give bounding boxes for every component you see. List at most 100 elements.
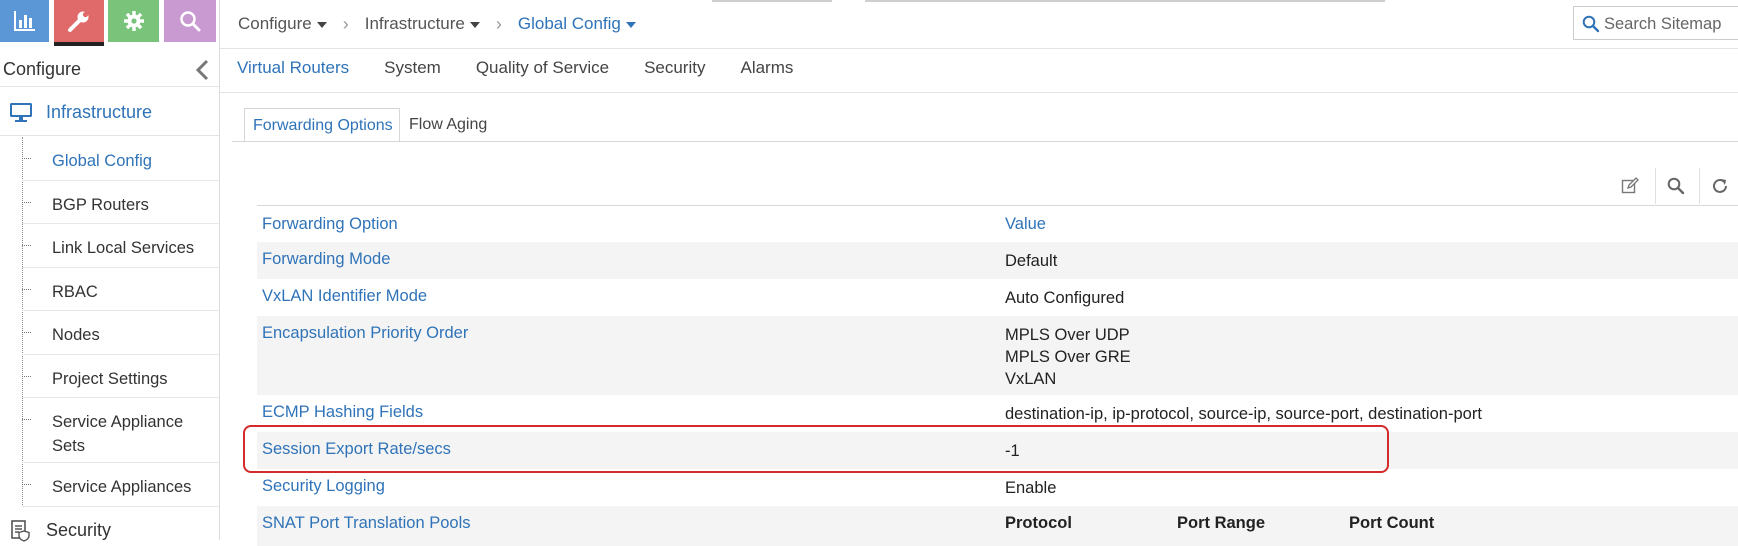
- subtab-flow-aging[interactable]: Flow Aging: [401, 108, 495, 142]
- sidebar-item-label: Service Appliance Sets: [52, 413, 184, 455]
- row-key[interactable]: ECMP Hashing Fields: [262, 403, 423, 422]
- caret-down-icon: [469, 22, 480, 28]
- search-input[interactable]: [1604, 13, 1738, 35]
- sidebar-item-label: Project Settings: [52, 369, 168, 388]
- sidebar-item-label: RBAC: [52, 282, 98, 301]
- subtab-forwarding-options[interactable]: Forwarding Options: [244, 108, 400, 142]
- search-icon: [1582, 15, 1600, 33]
- sidebar-item-global-config[interactable]: Global Config: [22, 137, 219, 181]
- table-row: Security Logging Enable: [257, 469, 1738, 506]
- row-key[interactable]: Forwarding Mode: [262, 250, 390, 269]
- sidebar-section-security[interactable]: Security: [0, 510, 219, 542]
- sidebar-section-infrastructure[interactable]: Infrastructure: [0, 90, 219, 136]
- left-panel: Configure Infrastructure Global Config B…: [0, 0, 219, 542]
- sidebar-item-link-local-services[interactable]: Link Local Services: [22, 224, 219, 268]
- sidebar-item-label: BGP Routers: [52, 195, 149, 214]
- sidebar-section-label: Infrastructure: [46, 102, 153, 122]
- sidebar-item-bgp-routers[interactable]: BGP Routers: [22, 181, 219, 224]
- search-grid-button[interactable]: [1655, 168, 1695, 204]
- subtab-baseline: [232, 141, 1738, 142]
- tree-dash: [22, 201, 31, 203]
- row-value: Default: [1005, 252, 1058, 270]
- sidebar-item-nodes[interactable]: Nodes: [22, 311, 219, 355]
- table-row: SNAT Port Translation Pools Protocol Por…: [257, 506, 1738, 546]
- sidebar-nav-list: Global Config BGP Routers Link Local Ser…: [0, 137, 219, 507]
- breadcrumb-label: Infrastructure: [364, 14, 465, 33]
- row-key[interactable]: Encapsulation Priority Order: [262, 324, 468, 343]
- search-icon: [180, 11, 201, 32]
- sidebar-item-label: Service Appliances: [52, 478, 192, 496]
- tree-dash: [22, 419, 31, 420]
- row-value: Auto Configured: [1005, 289, 1125, 307]
- table-row: Encapsulation Priority Order MPLS Over U…: [257, 316, 1738, 395]
- main-tabs: Virtual Routers System Quality of Servic…: [237, 58, 828, 82]
- highlight-annotation: [243, 425, 1389, 473]
- sidebar-divider: [219, 0, 220, 540]
- tree-dash: [22, 158, 31, 159]
- sidebar-item-service-appliance-sets[interactable]: Service Appliance Sets: [22, 398, 219, 463]
- divider: [220, 48, 1738, 49]
- sidebar-item-service-appliances[interactable]: Service Appliances: [22, 463, 219, 507]
- caret-down-icon: [316, 22, 327, 28]
- row-value-list: MPLS Over UDP MPLS Over GRE VxLAN: [1005, 324, 1131, 390]
- search-icon: [1667, 177, 1684, 195]
- encapsulation-item: MPLS Over GRE: [1005, 348, 1131, 366]
- gear-icon: [123, 11, 144, 31]
- row-key[interactable]: Security Logging: [262, 477, 385, 496]
- breadcrumb-infrastructure[interactable]: Infrastructure: [365, 14, 480, 34]
- wrench-icon: [68, 11, 89, 32]
- row-value: destination-ip, ip-protocol, source-ip, …: [1005, 405, 1482, 423]
- sidebar-section-label: Security: [46, 520, 112, 540]
- table-row: VxLAN Identifier Mode Auto Configured: [257, 279, 1738, 316]
- tab-alarms[interactable]: Alarms: [740, 58, 793, 82]
- breadcrumb-configure[interactable]: Configure: [238, 14, 327, 34]
- subheader-port-count: Port Count: [1349, 514, 1435, 532]
- sidebar-item-label: Global Config: [52, 152, 152, 170]
- tab-security[interactable]: Security: [644, 58, 705, 82]
- breadcrumb-label: Global Config: [517, 14, 621, 33]
- tab-quality-of-service[interactable]: Quality of Service: [476, 58, 609, 82]
- sidebar-item-label: Link Local Services: [52, 239, 195, 257]
- encapsulation-item: VxLAN: [1005, 370, 1057, 388]
- top-strip: [700, 0, 1420, 3]
- forwarding-options-grid: Forwarding Option Value Forwarding Mode …: [257, 205, 1738, 546]
- grid-header: Forwarding Option Value: [257, 205, 1738, 242]
- breadcrumb: Configure › Infrastructure › Global Conf…: [238, 12, 636, 36]
- divider: [220, 92, 1738, 93]
- sidebar-header: Configure: [0, 53, 219, 87]
- tree-dash: [22, 245, 31, 246]
- top-icon-bar: [0, 0, 219, 46]
- chevron-right-icon: ›: [342, 13, 349, 34]
- row-key[interactable]: SNAT Port Translation Pools: [262, 514, 470, 533]
- bar-chart-icon: [13, 11, 35, 31]
- chevron-left-icon[interactable]: [193, 58, 213, 82]
- encapsulation-item: MPLS Over UDP: [1005, 326, 1130, 344]
- breadcrumb-label: Configure: [238, 14, 312, 33]
- sitemap-search: [1573, 6, 1738, 40]
- row-key[interactable]: VxLAN Identifier Mode: [262, 287, 427, 306]
- refresh-icon: [1712, 178, 1727, 193]
- tree-dash: [22, 332, 31, 333]
- query-button[interactable]: [164, 0, 216, 42]
- monitor-button[interactable]: [0, 0, 49, 42]
- column-header-key: Forwarding Option: [262, 215, 398, 233]
- sidebar-item-project-settings[interactable]: Project Settings: [22, 355, 219, 398]
- column-header-value: Value: [1005, 215, 1046, 233]
- edit-button[interactable]: [1610, 168, 1650, 204]
- sidebar-item-rbac[interactable]: RBAC: [22, 268, 219, 311]
- tree-dash: [22, 375, 31, 377]
- caret-down-icon: [625, 22, 636, 28]
- tab-system[interactable]: System: [384, 58, 441, 82]
- settings-button[interactable]: [108, 0, 159, 42]
- chevron-right-icon: ›: [495, 13, 502, 34]
- subheader-port-range: Port Range: [1177, 514, 1266, 532]
- row-value: Enable: [1005, 479, 1057, 497]
- breadcrumb-global-config[interactable]: Global Config: [518, 14, 636, 34]
- refresh-button[interactable]: [1699, 168, 1738, 204]
- sidebar-title: Configure: [3, 59, 82, 79]
- configure-button[interactable]: [54, 0, 104, 46]
- tree-dash: [22, 484, 31, 485]
- monitor-icon: [10, 103, 32, 122]
- sidebar-item-label: Nodes: [52, 326, 100, 344]
- tab-virtual-routers[interactable]: Virtual Routers: [237, 58, 349, 82]
